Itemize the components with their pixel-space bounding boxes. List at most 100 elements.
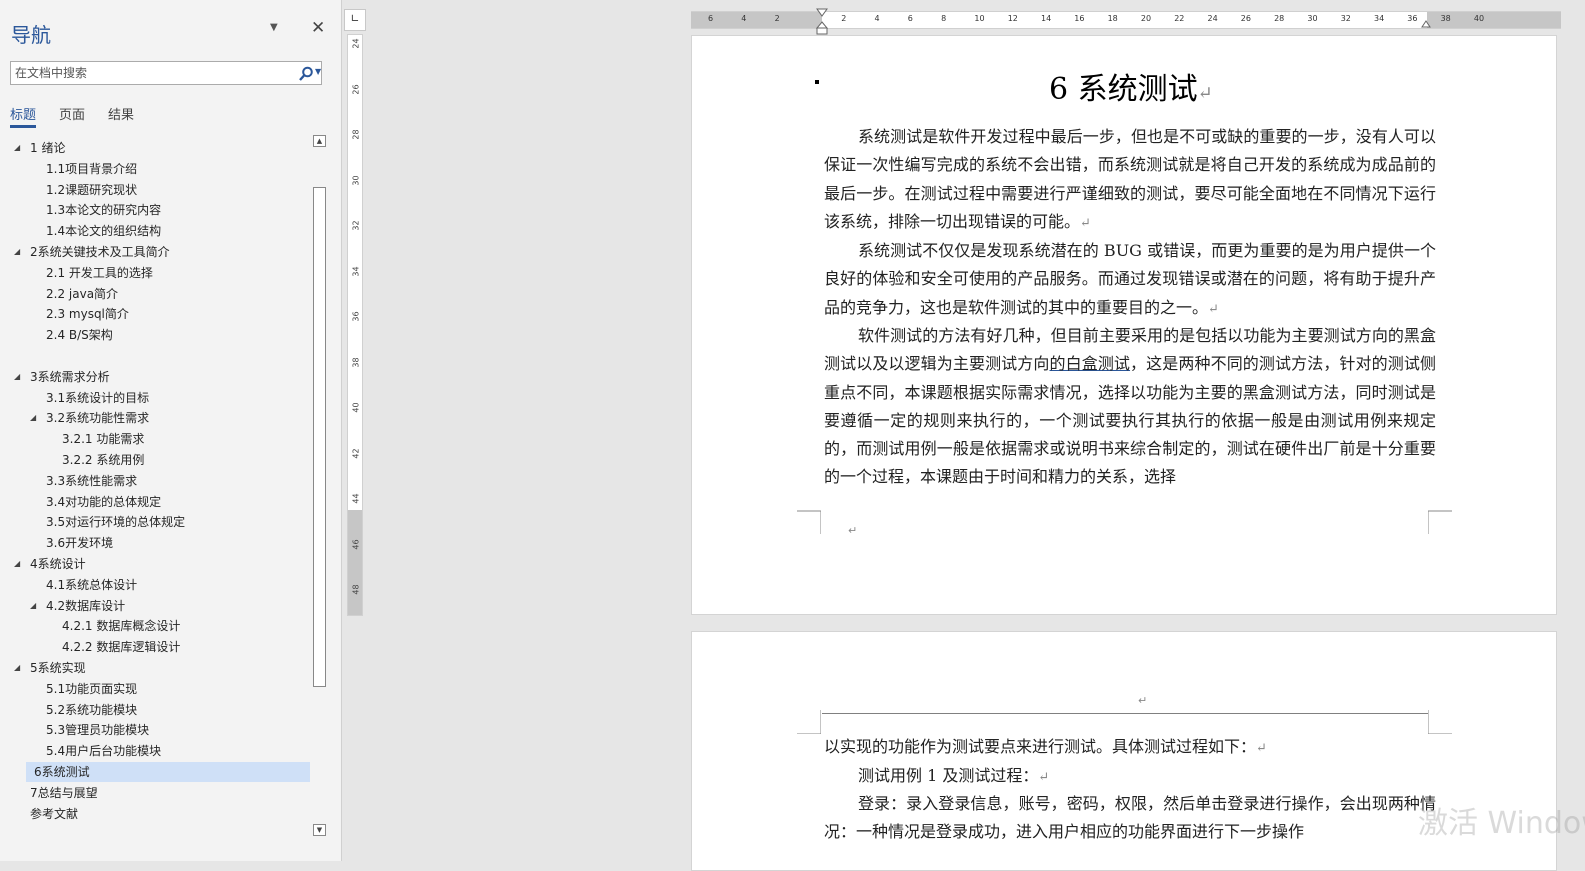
tree-item[interactable]: ◢ 3系统需求分析 [0, 367, 310, 387]
scroll-down-icon[interactable]: ▼ [313, 824, 326, 836]
tab-results[interactable]: 结果 [108, 104, 134, 123]
tab-pages[interactable]: 页面 [59, 104, 85, 123]
tree-item-label: 6系统测试 [34, 765, 90, 779]
tree-item-label: 3.2.1 功能需求 [62, 432, 145, 447]
chapter-title[interactable]: 6 系统测试↵ [1049, 64, 1213, 108]
ruler-number: 6 [708, 14, 714, 23]
tab-headings[interactable]: 标题 [10, 104, 36, 123]
crop-mark [797, 710, 821, 734]
tree-item[interactable]: 5.3管理员功能模块 [0, 720, 310, 740]
page2-line-1[interactable]: 以实现的功能作为测试要点来进行测试。具体测试过程如下：↵ [824, 733, 1436, 763]
tree-item[interactable]: 6系统测试 [26, 762, 310, 782]
tree-item[interactable]: ◢ 4.2数据库设计 [0, 596, 310, 616]
tree-item-label: 2.3 mysql简介 [46, 307, 129, 322]
nav-options-dropdown-icon[interactable]: ▼ [270, 22, 278, 33]
search-icon[interactable] [298, 66, 314, 82]
ruler-number: 34 [1374, 14, 1385, 23]
tree-item[interactable]: 2.1 开发工具的选择 [0, 263, 310, 283]
tree-item[interactable]: 4.2.2 数据库逻辑设计 [0, 637, 310, 657]
page2-line-2[interactable]: 测试用例 1 及测试过程：↵ [824, 762, 1436, 792]
tree-item[interactable]: 3.5对运行环境的总体规定 [0, 512, 310, 532]
page2-paragraph-3[interactable]: 登录：录入登录信息，账号，密码，权限，然后单击登录进行操作，会出现两种情况：一种… [824, 790, 1436, 847]
right-indent-marker-icon[interactable] [1421, 20, 1431, 30]
tree-item[interactable]: 1.3本论文的研究内容 [0, 200, 310, 220]
tree-item-label: 5.2系统功能模块 [46, 702, 138, 717]
expand-caret-icon[interactable]: ◢ [30, 596, 36, 616]
tree-item[interactable]: ◢ 4系统设计 [0, 554, 310, 574]
tree-item-label: 1 绪论 [30, 141, 66, 155]
tree-item[interactable]: 2.2 java简介 [0, 284, 310, 304]
paragraph-3[interactable]: 软件测试的方法有好几种，但目前主要采用的是包括以功能为主要测试方向的黑盒测试以及… [824, 322, 1436, 492]
nav-title: 导航 [11, 23, 51, 47]
ruler-number: 18 [1107, 14, 1118, 23]
ruler-number: 30 [351, 174, 361, 186]
tree-item[interactable]: 3.2.1 功能需求 [0, 429, 310, 449]
tree-item[interactable]: ◢ 5系统实现 [0, 658, 310, 678]
tree-item[interactable]: 4.2.1 数据库概念设计 [0, 616, 310, 636]
tab-stop-selector[interactable]: ∟ [344, 9, 366, 31]
ruler-number: 28 [1274, 14, 1285, 23]
tree-item[interactable]: ◢ 1 绪论 [0, 138, 310, 158]
expand-caret-icon[interactable]: ◢ [14, 554, 20, 574]
paragraph-2[interactable]: 系统测试不仅仅是发现系统潜在的 BUG 或错误，而更为重要的是为用户提供一个良好… [824, 237, 1436, 324]
tree-item-label: 4.2.2 数据库逻辑设计 [62, 640, 181, 655]
tree-item[interactable]: 2.3 mysql简介 [0, 304, 310, 324]
paragraph-mark: ↵ [848, 524, 858, 537]
ruler-number: 16 [1074, 14, 1085, 23]
tree-item-label: 参考文献 [30, 806, 79, 821]
tree-item[interactable]: 参考文献 [0, 804, 310, 824]
tree-item[interactable]: 1.4本论文的组织结构 [0, 221, 310, 241]
tree-item-label: 7总结与展望 [30, 785, 98, 800]
scroll-up-icon[interactable]: ▲ [313, 135, 326, 147]
tree-item-label: 2.4 B/S架构 [46, 328, 113, 343]
nav-scrollbar[interactable]: ▲ ▼ [312, 135, 328, 839]
active-tab-indicator [10, 125, 36, 128]
expand-caret-icon[interactable]: ◢ [14, 242, 20, 262]
search-input[interactable] [15, 64, 285, 82]
chevron-down-icon[interactable]: ▼ [315, 67, 321, 76]
paragraph-1[interactable]: 系统测试是软件开发过程中最后一步，但也是不可或缺的重要的一步，没有人可以保证一次… [824, 123, 1436, 238]
tree-item-label: 2.2 java简介 [46, 286, 119, 301]
tree-item[interactable]: 5.4用户后台功能模块 [0, 741, 310, 761]
tree-item[interactable]: 3.4对功能的总体规定 [0, 492, 310, 512]
tree-item[interactable]: 7总结与展望 [0, 783, 310, 803]
vertical-ruler-margin [348, 510, 362, 615]
tree-item[interactable]: 1.2课题研究现状 [0, 180, 310, 200]
tree-item[interactable]: 1.1项目背景介绍 [0, 159, 310, 179]
tree-item-label: 4.1系统总体设计 [46, 577, 138, 592]
scrollbar-thumb[interactable] [313, 187, 326, 687]
expand-caret-icon[interactable]: ◢ [14, 367, 20, 387]
tree-item[interactable]: 2.4 B/S架构 [0, 325, 310, 345]
crop-mark [1428, 710, 1452, 734]
tree-item[interactable]: 4.1系统总体设计 [0, 575, 310, 595]
ruler-number: 28 [351, 129, 361, 140]
indent-marker-icon[interactable] [815, 8, 829, 36]
tree-item-label: 4.2.1 数据库概念设计 [62, 619, 181, 634]
tree-item[interactable]: 5.1功能页面实现 [0, 679, 310, 699]
tree-item-label: 1.4本论文的组织结构 [46, 224, 162, 239]
header-rule [822, 713, 1428, 714]
search-box[interactable]: ▼ [10, 61, 322, 85]
underlined-text: 的白盒测试 [1049, 354, 1131, 374]
crop-mark [797, 510, 821, 534]
tree-item[interactable]: 3.2.2 系统用例 [0, 450, 310, 470]
tree-item[interactable]: ◢ 3.2系统功能性需求 [0, 408, 310, 428]
tree-item[interactable] [0, 346, 310, 366]
ruler-number: 24 [351, 38, 361, 49]
crop-mark [1428, 510, 1452, 534]
close-icon[interactable]: ✕ [311, 18, 325, 38]
tree-item[interactable]: 3.3系统性能需求 [0, 471, 310, 491]
ruler-number: 10 [974, 14, 985, 23]
tree-item[interactable]: 3.1系统设计的目标 [0, 388, 310, 408]
ruler-number: 38 [1440, 14, 1451, 23]
expand-caret-icon[interactable]: ◢ [14, 658, 20, 678]
tree-item[interactable]: 3.6开发环境 [0, 533, 310, 553]
expand-caret-icon[interactable]: ◢ [30, 408, 36, 428]
ruler-number: 40 [1473, 14, 1485, 23]
ruler-number: 46 [351, 538, 361, 550]
tree-item-label: 5系统实现 [30, 661, 86, 675]
expand-caret-icon[interactable]: ◢ [14, 138, 20, 158]
ruler-number: 32 [351, 220, 361, 231]
tree-item[interactable]: 5.2系统功能模块 [0, 700, 310, 720]
tree-item[interactable]: ◢ 2系统关键技术及工具简介 [0, 242, 310, 262]
